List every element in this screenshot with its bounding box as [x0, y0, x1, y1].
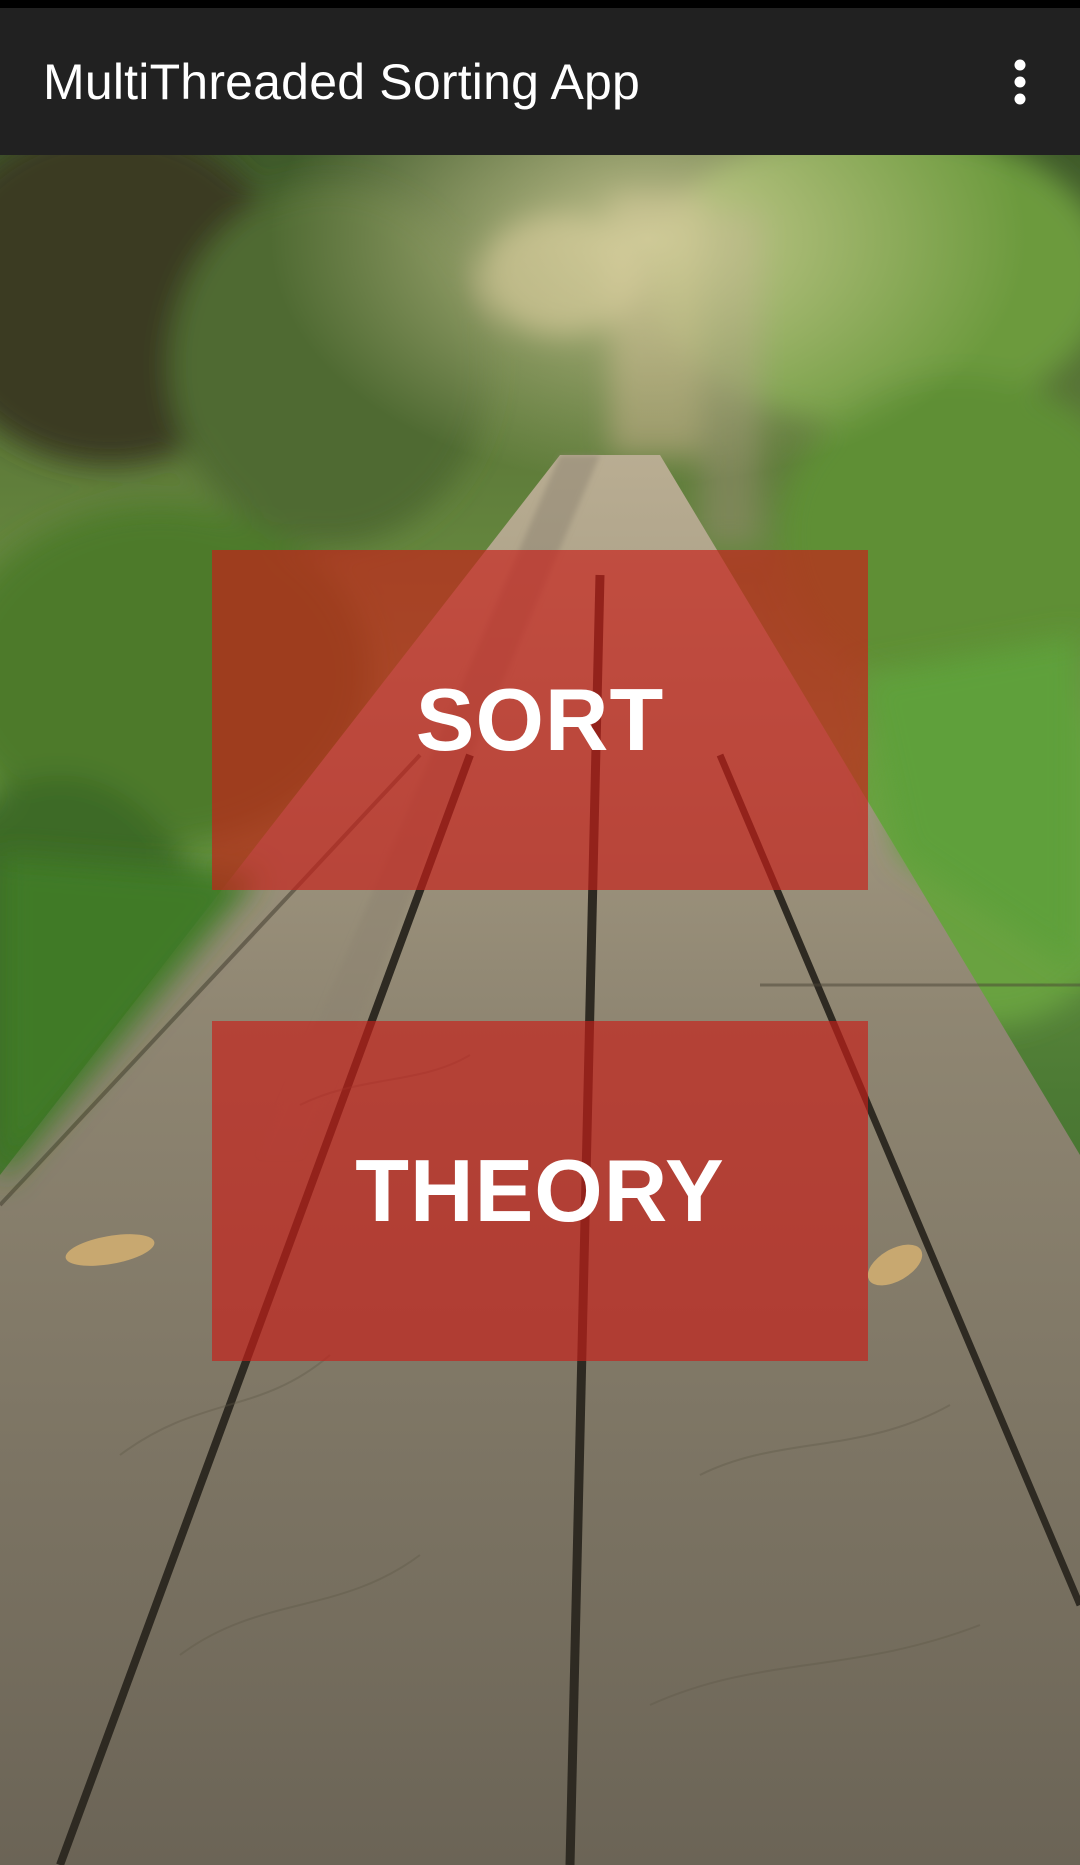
app-title: MultiThreaded Sorting App	[43, 53, 641, 110]
theory-button[interactable]: THEORY	[212, 1021, 868, 1361]
overflow-menu-button[interactable]	[988, 50, 1052, 114]
background-photo	[0, 155, 1080, 1865]
status-bar	[0, 0, 1080, 8]
more-vert-icon	[1014, 59, 1026, 104]
app-screen: MultiThreaded Sorting App SORT THEORY	[0, 0, 1080, 1865]
sort-button[interactable]: SORT	[212, 550, 868, 890]
main-content: SORT THEORY	[0, 155, 1080, 1865]
toolbar: MultiThreaded Sorting App	[0, 8, 1080, 155]
